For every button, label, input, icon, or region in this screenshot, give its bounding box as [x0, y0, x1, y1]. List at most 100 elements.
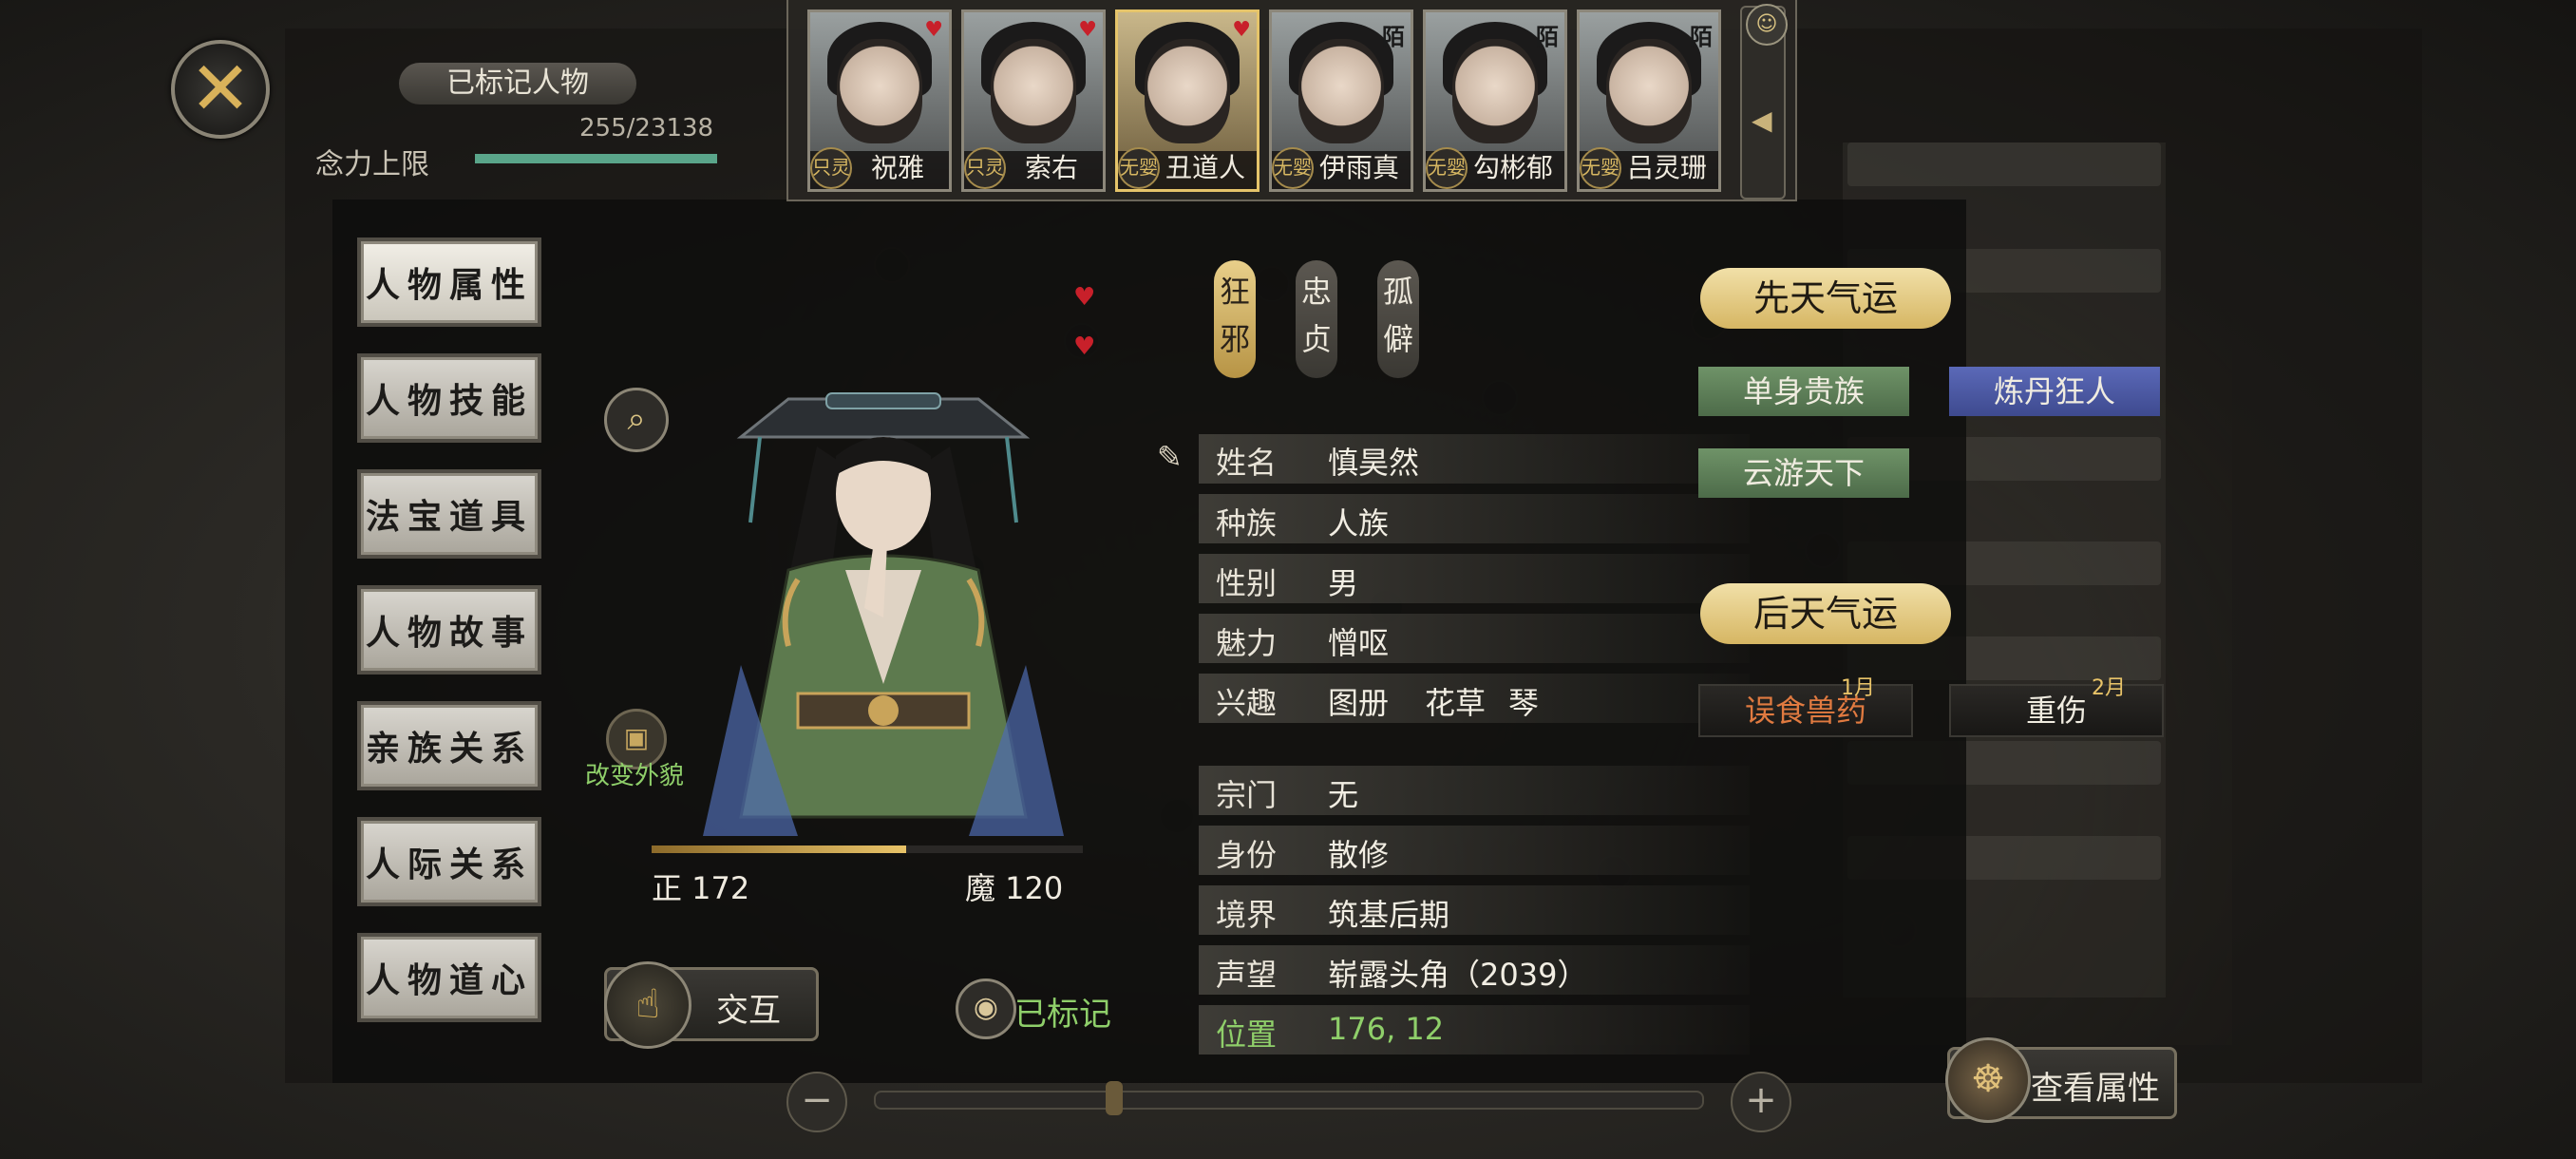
innate-fortune-title: 先天气运 [1700, 268, 1951, 329]
acquired-fortune-1-month: 1月 [1841, 676, 1875, 700]
character-card[interactable]: 无婴 丑道人 ♥ [1115, 10, 1260, 192]
stranger-tag: 陌 [1536, 24, 1559, 50]
meditating-figure-icon[interactable]: ☸ [1945, 1037, 2031, 1123]
trait-badge[interactable]: 孤僻 [1377, 260, 1419, 378]
info-row [1199, 434, 1750, 484]
charm-value: 憎呕 [1328, 625, 1390, 661]
heart-icon: ♥ [924, 18, 943, 42]
innate-fortune-3[interactable]: 云游天下 [1698, 448, 1909, 498]
close-button[interactable]: ✕ [171, 40, 270, 139]
trait-badge[interactable]: 忠贞 [1296, 260, 1337, 378]
strip-left-arrow-icon[interactable]: ◀ [1752, 104, 1772, 136]
zoom-slider-handle[interactable] [1105, 1081, 1123, 1115]
tab-4[interactable]: 人物故事 [357, 585, 541, 674]
character-card[interactable]: 只灵 索右 ♥ [961, 10, 1106, 192]
tab-6[interactable]: 人际关系 [357, 817, 541, 906]
card-name: 索右 [1024, 152, 1078, 183]
acquired-fortune-2-month: 2月 [2092, 676, 2126, 700]
character-card[interactable]: 无婴 吕灵珊 陌 [1577, 10, 1721, 192]
fame-label: 声望 [1216, 957, 1278, 993]
info-row [1199, 554, 1750, 603]
tab-3[interactable]: 法宝道具 [357, 469, 541, 559]
tab-5[interactable]: 亲族关系 [357, 701, 541, 790]
tab-2[interactable]: 人物技能 [357, 353, 541, 443]
view-attributes-label[interactable]: 查看属性 [2031, 1062, 2160, 1109]
heart-icon: ♥ [1078, 18, 1097, 42]
portrait-face [1606, 39, 1692, 143]
heart-icon: ♥ [1073, 332, 1096, 361]
gender-label: 性别 [1216, 565, 1278, 601]
card-name: 丑道人 [1165, 152, 1245, 183]
location-label: 位置 [1216, 1016, 1278, 1053]
hobby-1: 图册 [1328, 685, 1390, 721]
heart-icon: ♥ [1232, 18, 1251, 42]
sect-value: 无 [1328, 777, 1359, 813]
character-card[interactable]: 只灵 祝雅 ♥ [807, 10, 952, 192]
alignment-bar [652, 846, 1083, 853]
identity-value: 散修 [1328, 837, 1390, 873]
hobby-3: 琴 [1508, 685, 1540, 721]
realm-badge: 只灵 [810, 147, 852, 189]
race-label: 种族 [1216, 505, 1278, 542]
acquired-fortune-title: 后天气运 [1700, 583, 1951, 644]
info-row [1199, 885, 1750, 935]
righteous-value: 正 172 [652, 870, 750, 906]
zoom-in-button[interactable]: + [1731, 1072, 1791, 1132]
card-name: 伊雨真 [1318, 152, 1399, 183]
gender-value: 男 [1328, 565, 1359, 601]
mind-limit-fill [475, 154, 717, 163]
acquired-fortune-2[interactable]: 重伤 [1949, 684, 2164, 737]
card-name: 吕灵珊 [1626, 152, 1707, 183]
eye-icon[interactable]: ◉ [956, 978, 1016, 1039]
hand-icon[interactable]: ☝ [604, 961, 691, 1049]
strip-people-icon[interactable]: ☺ [1746, 4, 1788, 46]
info-row [1199, 766, 1750, 815]
tab-7[interactable]: 人物道心 [357, 933, 541, 1022]
portrait-face [1452, 39, 1538, 143]
innate-fortune-1[interactable]: 单身贵族 [1698, 367, 1909, 416]
realm-badge: 无婴 [1118, 147, 1160, 189]
tab-1[interactable]: 人物属性 [357, 238, 541, 327]
sect-label: 宗门 [1216, 777, 1278, 813]
acquired-fortune-1[interactable]: 误食兽药 [1698, 684, 1913, 737]
search-icon[interactable]: ⌕ [604, 388, 669, 452]
mind-limit-bar [475, 154, 717, 163]
charm-label: 魅力 [1216, 625, 1278, 661]
location-value[interactable]: 176, 12 [1328, 1011, 1444, 1047]
info-row [1199, 614, 1750, 663]
card-name: 祝雅 [870, 152, 924, 183]
trait-badge[interactable]: 狂邪 [1214, 260, 1256, 378]
character-card[interactable]: 无婴 伊雨真 陌 [1269, 10, 1413, 192]
portrait-face [1298, 39, 1384, 143]
fame-value: 崭露头角（2039） [1328, 957, 1588, 993]
identity-label: 身份 [1216, 837, 1278, 873]
interact-label[interactable]: 交互 [716, 984, 781, 1031]
zoom-out-button[interactable]: − [786, 1072, 847, 1132]
realm-label: 境界 [1216, 897, 1278, 933]
mind-limit-label: 念力上限 [315, 148, 429, 181]
info-row [1199, 826, 1750, 875]
change-look-button[interactable]: 改变外貌 [585, 756, 684, 791]
demonic-value: 魔 120 [965, 870, 1064, 906]
portrait-face [991, 39, 1076, 143]
character-card[interactable]: 无婴 勾彬郁 陌 [1423, 10, 1567, 192]
edit-icon[interactable]: ✎ [1157, 439, 1197, 479]
portrait-face [837, 39, 922, 143]
mind-limit-value: 255/23138 [579, 114, 714, 142]
hobby-label: 兴趣 [1216, 685, 1278, 721]
name-value: 慎昊然 [1328, 445, 1420, 481]
portrait-face [1145, 39, 1230, 143]
race-value: 人族 [1328, 505, 1390, 542]
hobby-2: 花草 [1425, 685, 1487, 721]
realm-value: 筑基后期 [1328, 897, 1450, 933]
name-label: 姓名 [1216, 445, 1278, 481]
card-name: 勾彬郁 [1472, 152, 1553, 183]
close-icon: ✕ [189, 47, 252, 132]
stranger-tag: 陌 [1382, 24, 1405, 50]
zoom-slider[interactable] [874, 1091, 1704, 1110]
marked-status-button[interactable]: 已标记 [1014, 988, 1111, 1035]
realm-badge: 无婴 [1426, 147, 1468, 189]
innate-fortune-2[interactable]: 炼丹狂人 [1949, 367, 2160, 416]
marked-characters-title: 已标记人物 [399, 63, 636, 104]
stranger-tag: 陌 [1690, 24, 1713, 50]
